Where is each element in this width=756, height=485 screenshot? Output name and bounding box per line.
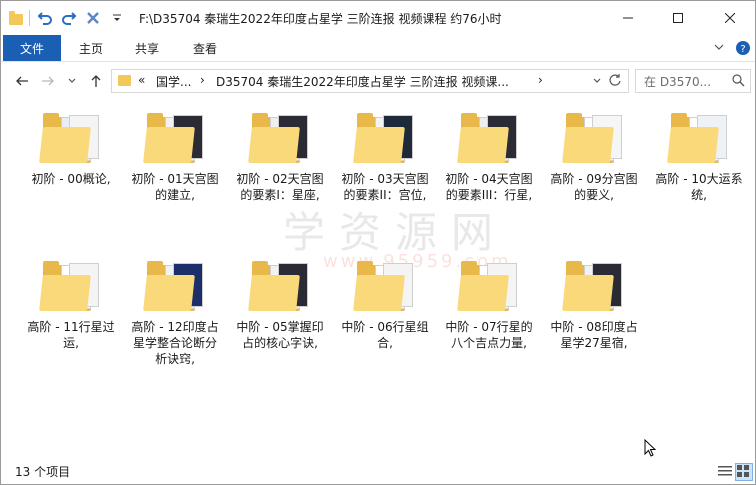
folder-thumbnail-icon [667,111,731,165]
folder-label: 中阶 - 06行星组合, [341,320,429,350]
folder-label: 初阶 - 02天宫图的要素I：星座, [236,172,324,202]
folder-thumbnail-icon [457,111,521,165]
folder-item[interactable]: 中阶 - 05掌握印占的核心字诀, [230,247,330,351]
folder-thumbnail-icon [143,259,207,313]
delete-icon[interactable] [84,9,102,27]
maximize-button[interactable] [655,1,701,35]
recent-locations-icon[interactable] [63,72,81,90]
folder-item[interactable]: 初阶 - 02天宫图的要素I：星座, [230,99,330,203]
folder-thumbnail-icon [457,259,521,313]
tab-file[interactable]: 文件 [3,35,61,61]
folder-item[interactable]: 初阶 - 00概论, [21,99,121,187]
breadcrumb-item-parent[interactable]: 国学... [156,73,191,90]
folder-label: 初阶 - 01天宫图的建立, [131,172,219,202]
folder-label: 高阶 - 09分宫图的要义, [550,172,638,202]
folder-icon [118,75,131,86]
explorer-window: F:\D35704 秦瑞生2022年印度占星学 三阶连报 视频课程 约76小时 … [0,0,756,485]
close-button[interactable] [707,1,753,35]
folder-thumbnail-icon [353,111,417,165]
folder-label: 初阶 - 04天宫图的要素III：行星, [445,172,533,202]
address-dropdown-icon[interactable] [592,75,602,89]
tab-home[interactable]: 主页 [79,35,103,61]
folder-label: 高阶 - 10大运系统, [655,172,743,202]
folder-thumbnail-icon [39,111,103,165]
mouse-cursor-icon [644,438,657,460]
refresh-icon[interactable] [608,73,622,90]
help-icon[interactable]: ? [735,40,751,59]
expand-ribbon-icon[interactable] [713,41,725,56]
title-bar: F:\D35704 秦瑞生2022年印度占星学 三阶连报 视频课程 约76小时 [1,1,755,35]
folder-item[interactable]: 高阶 - 09分宫图的要义, [544,99,644,203]
folder-label: 中阶 - 07行星的八个吉点力量, [445,320,533,350]
folder-thumbnail-icon [562,259,626,313]
tab-view[interactable]: 查看 [193,35,217,61]
search-icon[interactable] [732,74,745,90]
search-placeholder: 在 D3570... [644,75,712,89]
folder-thumbnail-icon [353,259,417,313]
redo-icon[interactable] [60,9,78,27]
folder-thumbnail-icon [562,111,626,165]
file-list: 学资源网 www.95959.com 初阶 - 00概论, 初阶 - 01天宫图的… [1,99,755,459]
customize-toolbar-icon[interactable] [108,9,126,27]
breadcrumb-separator-end[interactable]: › [538,73,543,87]
folder-thumbnail-icon [248,111,312,165]
folder-item[interactable]: 初阶 - 01天宫图的建立, [125,99,225,203]
folder-item[interactable]: 中阶 - 06行星组合, [335,247,435,351]
ribbon-tabs: 文件 主页 共享 查看 ? [1,35,755,62]
quick-access-toolbar [9,9,126,27]
folder-item[interactable]: 初阶 - 03天宫图的要素II：宫位, [335,99,435,203]
large-icons-view-icon[interactable] [735,463,753,481]
toolbar-divider [29,10,30,26]
folder-label: 初阶 - 03天宫图的要素II：宫位, [341,172,429,202]
breadcrumb-overflow[interactable]: « [138,73,145,87]
folder-item[interactable]: 高阶 - 11行星过运, [21,247,121,351]
window-title: F:\D35704 秦瑞生2022年印度占星学 三阶连报 视频课程 约76小时 [139,12,502,26]
address-bar[interactable]: « 国学... › D35704 秦瑞生2022年印度占星学 三阶连报 视频课.… [111,69,629,93]
navigation-bar: « 国学... › D35704 秦瑞生2022年印度占星学 三阶连报 视频课.… [1,62,755,98]
folder-thumbnail-icon [39,259,103,313]
svg-text:?: ? [740,44,745,55]
up-button[interactable] [87,72,105,90]
folder-item[interactable]: 高阶 - 10大运系统, [649,99,749,203]
folder-item[interactable]: 中阶 - 08印度占星学27星宿, [544,247,644,351]
folder-item[interactable]: 中阶 - 07行星的八个吉点力量, [439,247,539,351]
folder-label: 初阶 - 00概论, [31,172,111,186]
forward-button[interactable] [39,72,57,90]
folder-label: 高阶 - 12印度占星学整合论断分析诀窍, [131,320,219,366]
undo-icon[interactable] [36,9,54,27]
folder-label: 高阶 - 11行星过运, [27,320,115,350]
folder-item[interactable]: 初阶 - 04天宫图的要素III：行星, [439,99,539,203]
folder-icon [9,10,23,25]
folder-label: 中阶 - 05掌握印占的核心字诀, [236,320,324,350]
folder-label: 中阶 - 08印度占星学27星宿, [550,320,638,350]
back-button[interactable] [13,72,31,90]
minimize-button[interactable] [605,1,651,35]
search-input[interactable]: 在 D3570... [635,69,751,93]
breadcrumb-item-current[interactable]: D35704 秦瑞生2022年印度占星学 三阶连报 视频课... [216,73,509,90]
folder-thumbnail-icon [248,259,312,313]
folder-item[interactable]: 高阶 - 12印度占星学整合论断分析诀窍, [125,247,225,367]
folder-thumbnail-icon [143,111,207,165]
tab-share[interactable]: 共享 [135,35,159,61]
details-view-icon[interactable] [717,463,733,479]
item-count: 13 个项目 [15,465,71,479]
status-bar: 13 个项目 [1,459,755,483]
breadcrumb-separator[interactable]: › [200,73,205,87]
